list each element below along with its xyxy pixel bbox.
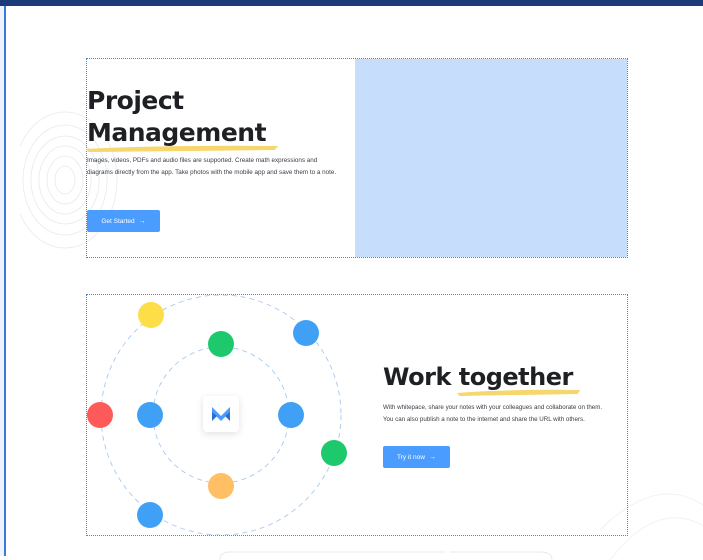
title-highlight: together — [458, 363, 574, 391]
feature-image-placeholder — [355, 59, 627, 257]
work-together-section: Work together With whitepace, share your… — [86, 294, 628, 536]
highlighted-title-word: Management — [85, 117, 279, 152]
project-management-section: Project Management Images, videos, PDFs … — [85, 58, 628, 258]
arrow-right-icon: → — [138, 217, 146, 225]
description-line-2: You can also publish a note to the inter… — [383, 416, 585, 424]
highlighted-title-word: together — [456, 361, 580, 396]
work-together-description: With whitepace, share your notes with yo… — [383, 402, 628, 427]
collaborator-dot-green — [321, 440, 347, 466]
project-management-title: Project Management — [85, 85, 347, 152]
left-edge-rail — [0, 6, 6, 556]
title-line-2: Management — [87, 118, 267, 147]
collaborator-dot-green — [208, 331, 234, 357]
try-it-now-label: Try it now — [397, 453, 425, 461]
collaborator-dot-blue — [137, 402, 163, 428]
collaborator-dot-blue — [137, 502, 163, 528]
work-together-title: Work together — [383, 361, 580, 396]
collaborator-dot-yellow — [138, 302, 164, 328]
whitepace-logo-icon — [212, 407, 230, 421]
collaborator-dot-blue — [293, 320, 319, 346]
get-started-label: Get Started — [101, 217, 135, 225]
next-section-outline — [219, 551, 553, 560]
title-prefix: Work — [383, 363, 459, 391]
collaborator-dot-red — [87, 402, 113, 428]
description-line-1: With whitepace, share your notes with yo… — [383, 404, 603, 411]
collaborator-dot-orange — [208, 473, 234, 499]
app-logo-tile — [203, 396, 239, 432]
project-management-description: Images, videos, PDFs and audio files are… — [87, 157, 337, 177]
browser-top-bar — [0, 0, 703, 6]
try-it-now-button[interactable]: Try it now → — [383, 446, 450, 468]
title-line-1: Project — [87, 86, 184, 115]
arrow-right-icon: → — [428, 453, 436, 461]
get-started-button[interactable]: Get Started → — [87, 210, 160, 232]
collaborator-dot-blue — [278, 402, 304, 428]
